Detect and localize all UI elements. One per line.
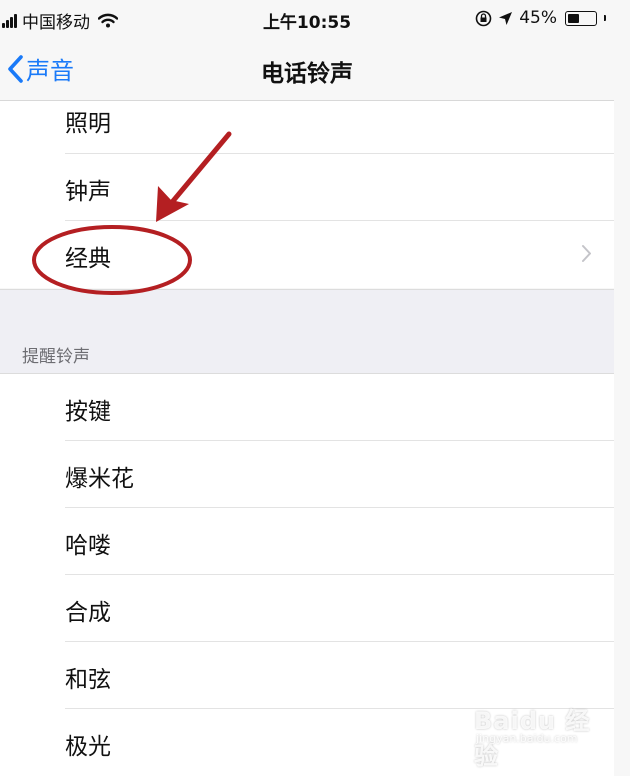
list-item-halou[interactable]: 哈喽 [0, 508, 614, 575]
list-item-label: 爆米花 [65, 466, 134, 492]
ringtone-list: 照明 钟声 经典 [0, 101, 614, 288]
navigation-bar: 声音 电话铃声 [0, 38, 614, 101]
battery-tip [604, 15, 606, 21]
list-item-hexian[interactable]: 和弦 [0, 642, 614, 709]
list-item-label: 和弦 [65, 667, 111, 693]
section-header: 提醒铃声 [22, 347, 90, 367]
list-item-label: 照明 [65, 111, 111, 137]
list-item-jingdian[interactable]: 经典 [0, 221, 614, 288]
watermark-url: jingyan.baidu.com [476, 732, 578, 745]
list-item-label: 钟声 [65, 179, 111, 205]
page-title: 电话铃声 [261, 61, 353, 87]
list-item-zhaoming[interactable]: 照明 [0, 101, 614, 154]
list-item-hecheng[interactable]: 合成 [0, 575, 614, 642]
list-item-label: 经典 [65, 246, 111, 272]
baidu-watermark: Baidu 经验 jingyan.baidu.com [474, 701, 614, 770]
battery-fill [568, 13, 579, 23]
status-bar: 中国移动 上午10:55 45% [0, 0, 614, 38]
list-item-label: 合成 [65, 600, 111, 626]
battery-percent: 45% [519, 8, 557, 28]
orientation-lock-icon [475, 10, 492, 26]
chevron-right-icon [582, 245, 591, 262]
location-icon [499, 11, 513, 25]
list-item-label: 哈喽 [65, 533, 111, 559]
list-item-anjian[interactable]: 按键 [0, 374, 614, 441]
list-item-zhongsheng[interactable]: 钟声 [0, 154, 614, 221]
list-item-baomihua[interactable]: 爆米花 [0, 441, 614, 508]
list-item-label: 极光 [65, 734, 111, 760]
status-right: 45% [475, 8, 606, 28]
section-header-area: 提醒铃声 [0, 289, 614, 374]
list-item-label: 按键 [65, 399, 111, 425]
battery-icon [565, 10, 597, 26]
